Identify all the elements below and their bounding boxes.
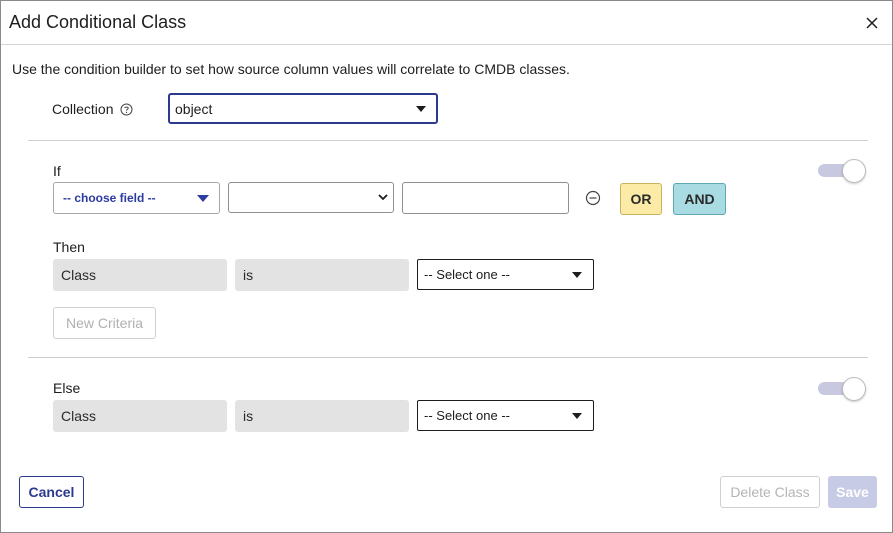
cancel-button[interactable]: Cancel: [19, 476, 84, 508]
if-label: If: [53, 163, 61, 179]
else-label: Else: [53, 380, 81, 396]
then-label: Then: [53, 239, 85, 255]
if-toggle[interactable]: [818, 159, 866, 183]
else-class-select-value: -- Select one --: [424, 408, 510, 423]
and-button[interactable]: AND: [673, 183, 726, 215]
chevron-down-icon: [197, 195, 209, 202]
else-operator-readonly: is: [235, 400, 409, 432]
or-button[interactable]: OR: [620, 183, 662, 215]
choose-field-placeholder: -- choose field --: [63, 191, 156, 205]
condition-value-input[interactable]: [402, 182, 569, 214]
choose-field-select[interactable]: -- choose field --: [53, 182, 220, 214]
add-conditional-class-dialog: Add Conditional Class Use the condition …: [0, 0, 893, 533]
minus-circle-icon[interactable]: [585, 190, 601, 206]
then-class-select[interactable]: -- Select one --: [417, 259, 594, 290]
collection-value: object: [175, 101, 213, 117]
then-operator-readonly: is: [235, 259, 409, 291]
else-toggle[interactable]: [818, 377, 866, 401]
chevron-down-icon: [572, 272, 582, 278]
save-button[interactable]: Save: [828, 476, 877, 508]
chevron-down-icon: [572, 413, 582, 419]
new-criteria-button[interactable]: New Criteria: [53, 307, 156, 339]
toggle-knob: [842, 159, 866, 183]
section-divider: [28, 140, 868, 141]
dialog-title: Add Conditional Class: [9, 12, 187, 32]
chevron-down-icon: [378, 194, 388, 201]
collection-label: Collection: [52, 101, 114, 117]
delete-class-button[interactable]: Delete Class: [720, 476, 820, 508]
dialog-description: Use the condition builder to set how sou…: [12, 61, 570, 77]
chevron-down-icon: [416, 106, 426, 112]
close-button[interactable]: [860, 11, 884, 35]
else-field-readonly: Class: [53, 400, 227, 432]
then-field-readonly: Class: [53, 259, 227, 291]
collection-select[interactable]: object: [168, 93, 438, 124]
dialog-header: Add Conditional Class: [1, 1, 892, 45]
toggle-knob: [842, 377, 866, 401]
help-circle-icon[interactable]: [120, 103, 133, 116]
section-divider: [28, 357, 868, 358]
else-class-select[interactable]: -- Select one --: [417, 400, 594, 431]
close-icon: [866, 17, 878, 29]
then-class-select-value: -- Select one --: [424, 267, 510, 282]
operator-select[interactable]: [228, 182, 394, 213]
